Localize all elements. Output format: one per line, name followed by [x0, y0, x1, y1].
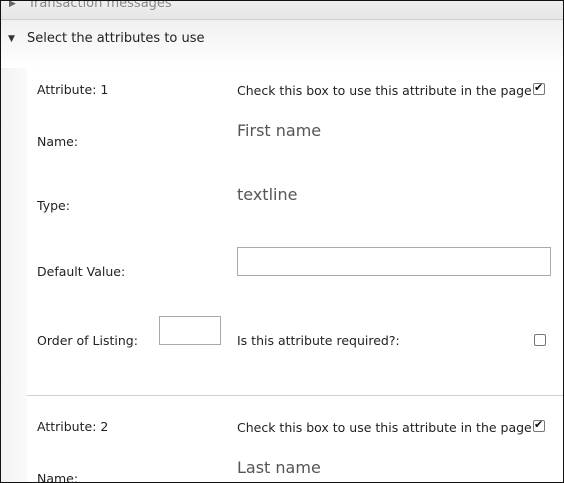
name-value: First name: [237, 121, 322, 140]
use-attribute-checkbox[interactable]: [533, 418, 545, 432]
section-title: Transaction messages: [28, 0, 172, 11]
name-label: Name:: [37, 134, 79, 149]
required-label: Is this attribute required?:: [237, 333, 400, 348]
triangle-down-icon[interactable]: ▼: [8, 34, 15, 44]
default-value-label: Default Value:: [37, 264, 126, 279]
use-attribute-label: Check this box to use this attribute in …: [237, 420, 532, 435]
triangle-right-icon[interactable]: ▶: [9, 1, 16, 9]
required-checkbox[interactable]: [534, 334, 546, 346]
use-attribute-checkbox[interactable]: [533, 81, 545, 95]
type-value: textline: [237, 185, 298, 204]
attribute-header: Attribute: 1: [37, 82, 109, 97]
section-header-select-attributes[interactable]: ▼ Select the attributes to use: [1, 20, 563, 68]
name-label: Name:: [37, 471, 79, 483]
attribute-divider: [27, 395, 563, 396]
use-attribute-label: Check this box to use this attribute in …: [237, 83, 532, 98]
section-title: Select the attributes to use: [27, 31, 205, 46]
attributes-form-window: ▶ Transaction messages ▼ Select the attr…: [0, 0, 564, 483]
name-value: Last name: [237, 458, 321, 477]
attributes-panel: Attribute: 1 Check this box to use this …: [1, 68, 563, 483]
order-of-listing-label: Order of Listing:: [37, 333, 138, 348]
type-label: Type:: [37, 198, 70, 213]
default-value-input[interactable]: [237, 247, 551, 276]
order-of-listing-input[interactable]: [159, 316, 221, 345]
section-header-transaction-messages[interactable]: ▶ Transaction messages: [1, 0, 563, 20]
attribute-header: Attribute: 2: [37, 419, 109, 434]
